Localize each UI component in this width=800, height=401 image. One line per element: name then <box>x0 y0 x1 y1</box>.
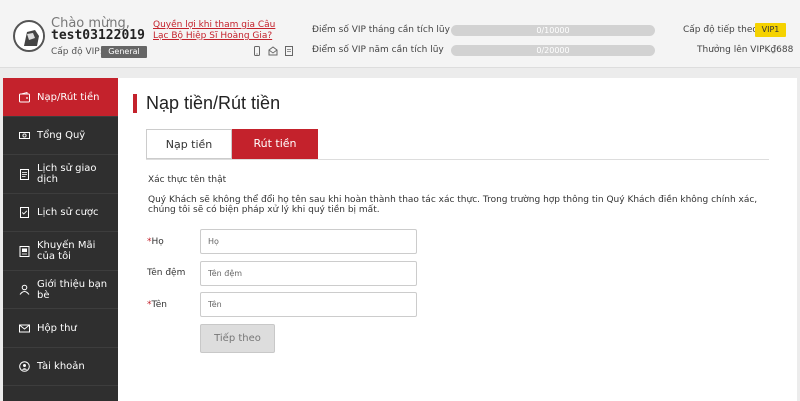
sidebar-item-bet-history[interactable]: Lịch sử cược <box>3 194 118 232</box>
sidebar-item-total-funds[interactable]: Tổng Quỹ <box>3 117 118 155</box>
history-icon <box>19 168 30 180</box>
section-title: Xác thực tên thật <box>148 175 227 185</box>
vip-level-badge: General <box>101 46 147 58</box>
sidebar-item-deposit-withdraw[interactable]: Nạp/Rút tiền <box>3 78 118 117</box>
last-name-label-text: Họ <box>151 237 164 247</box>
monthly-points-bar: 0/10000 <box>451 25 655 36</box>
yearly-points-value: 0/20000 <box>536 46 570 55</box>
tab-deposit[interactable]: Nạp tiền <box>146 129 232 159</box>
tab-divider <box>146 159 769 160</box>
verification-notice: Quý Khách sẽ không thể đổi họ tên sau kh… <box>148 195 758 215</box>
contact-icons <box>252 45 294 57</box>
avatar <box>13 20 45 52</box>
vip-level-label: Cấp độ VIP: <box>51 47 103 57</box>
account-header: Chào mừng, test03122019 Cấp độ VIP: Gene… <box>0 0 800 68</box>
title-accent-bar <box>133 94 137 113</box>
main-content: Nạp tiền/Rút tiền Nạp tiền Rút tiền Xác … <box>118 78 797 401</box>
sidebar-item-my-promotions[interactable]: Khuyến Mãi của tôi <box>3 232 118 271</box>
sidebar-item-account[interactable]: Tài khoản <box>3 348 118 386</box>
bet-history-icon <box>19 207 30 218</box>
sidebar-item-label: Nạp/Rút tiền <box>37 91 100 103</box>
first-name-label-text: Tên <box>151 300 167 310</box>
sidebar-item-label: Khuyến Mãi của tôi <box>37 240 96 262</box>
sidebar-item-inbox[interactable]: Hộp thư <box>3 309 118 348</box>
yearly-points-bar: 0/20000 <box>451 45 655 56</box>
sidebar-item-label: Lịch sử giao dịch <box>37 163 97 185</box>
money-icon <box>19 130 30 141</box>
sidebar-item-label: Lịch sử cược <box>37 207 99 218</box>
next-level-label: Cấp độ tiếp theo: <box>683 25 761 35</box>
upgrade-reward: Thưởng lên VIPK₫688 <box>697 45 794 55</box>
sidebar-item-label: Hộp thư <box>37 322 77 334</box>
vip-benefits-link[interactable]: Quyền lợi khi tham gia Câu Lạc Bộ Hiệp S… <box>153 20 293 42</box>
middle-name-label: Tên đệm <box>147 268 186 278</box>
next-level-badge: VIP1 <box>755 23 786 37</box>
phone-icon[interactable] <box>252 45 262 57</box>
sidebar-item-label: Tổng Quỹ <box>37 130 86 141</box>
user-icon <box>19 284 30 295</box>
mail-icon <box>19 323 30 334</box>
sidebar-item-label: Giới thiệu bạn bè <box>37 278 108 301</box>
sidebar-item-label: Tài khoản <box>37 361 85 372</box>
monthly-points-label: Điểm số VIP tháng cần tích lũy <box>312 25 450 35</box>
sidebar-item-transaction-history[interactable]: Lịch sử giao dịch <box>3 155 118 194</box>
mail-icon[interactable] <box>268 45 278 57</box>
sidebar-item-refer-friends[interactable]: Giới thiệu bạn bè <box>3 271 118 309</box>
account-icon <box>19 361 30 372</box>
first-name-label: *Tên <box>147 300 167 311</box>
monthly-points-value: 0/10000 <box>536 26 570 35</box>
username: test03122019 <box>51 28 145 43</box>
last-name-input[interactable] <box>200 229 417 254</box>
page-title: Nạp tiền/Rút tiền <box>146 93 281 113</box>
gift-icon <box>19 245 30 257</box>
sidebar: Nạp/Rút tiền Tổng Quỹ Lịch sử giao dịch … <box>3 78 118 401</box>
next-button[interactable]: Tiếp theo <box>200 324 275 353</box>
tab-withdraw[interactable]: Rút tiền <box>232 129 318 159</box>
first-name-input[interactable] <box>200 292 417 317</box>
last-name-label: *Họ <box>147 237 164 248</box>
wallet-icon <box>19 91 30 103</box>
document-icon[interactable] <box>284 45 294 57</box>
middle-name-input[interactable] <box>200 261 417 286</box>
yearly-points-label: Điểm số VIP năm cần tích lũy <box>312 45 444 55</box>
